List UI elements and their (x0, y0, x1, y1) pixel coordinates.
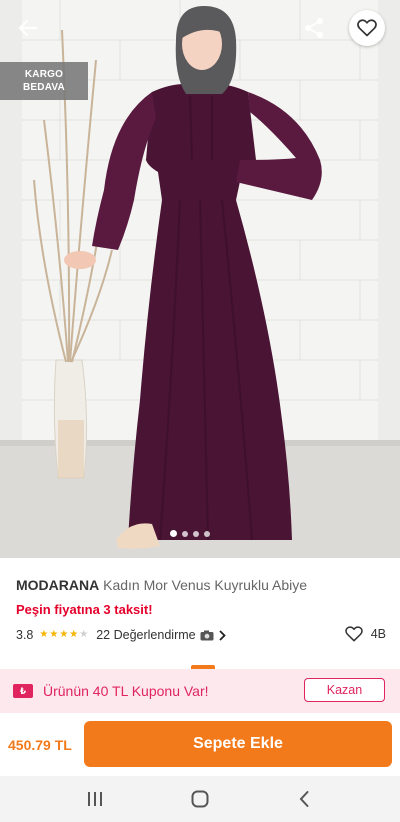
camera-icon (200, 630, 214, 640)
claim-coupon-button[interactable]: Kazan (304, 678, 385, 702)
coupon-text: Ürünün 40 TL Kuponu Var! (43, 683, 209, 699)
reviews-text: 22 Değerlendirme (96, 628, 196, 642)
installment-text: Peşin fiyatına 3 taksit! (16, 602, 153, 617)
rating-value: 3.8 (16, 628, 34, 642)
system-back-button[interactable] (284, 784, 324, 814)
share-button[interactable] (298, 12, 330, 44)
recent-apps-button[interactable] (75, 784, 115, 814)
back-button[interactable] (10, 12, 46, 44)
carousel-dot[interactable] (193, 530, 199, 537)
favorite-count[interactable]: 4B (344, 626, 386, 642)
heart-icon (344, 626, 363, 642)
home-icon (191, 790, 209, 808)
star-icon: ★ (69, 629, 79, 640)
add-to-cart-button[interactable]: Sepete Ekle (84, 721, 392, 767)
badge-line-1: KARGO (24, 69, 64, 80)
brand-name[interactable]: MODARANA (16, 577, 99, 593)
favorite-count-value: 4B (370, 627, 386, 641)
chevron-right-icon (218, 629, 226, 641)
star-icon: ★ (49, 629, 59, 640)
carousel-indicator (170, 530, 210, 537)
free-shipping-badge: KARGO BEDAVA (0, 62, 88, 100)
rating-stars: ★ ★ ★ ★ ★ (39, 630, 88, 640)
reviews-link[interactable]: 22 Değerlendirme (96, 628, 226, 642)
back-icon (299, 791, 309, 807)
back-arrow-icon (18, 19, 38, 37)
star-icon: ★ (39, 629, 49, 640)
star-empty-icon: ★ (79, 629, 89, 640)
badge-line-2: BEDAVA (23, 82, 65, 93)
carousel-dot[interactable] (182, 530, 188, 537)
share-icon (305, 18, 323, 38)
product-price: 450.79 TL (8, 737, 72, 753)
carousel-dot[interactable] (204, 530, 210, 537)
product-name: Kadın Mor Venus Kuyruklu Abiye (103, 577, 308, 593)
heart-icon (357, 19, 377, 37)
home-button[interactable] (180, 784, 220, 814)
coupon-banner[interactable]: ₺ Ürünün 40 TL Kuponu Var! Kazan (0, 669, 400, 713)
star-icon: ★ (59, 629, 69, 640)
carousel-dot[interactable] (170, 530, 177, 537)
product-title: MODARANA Kadın Mor Venus Kuyruklu Abiye (16, 576, 386, 594)
recent-apps-icon (88, 792, 102, 806)
coupon-icon: ₺ (13, 684, 33, 698)
favorite-button[interactable] (349, 10, 385, 46)
product-image[interactable]: KARGO BEDAVA (0, 0, 400, 558)
system-navigation-bar (0, 776, 400, 822)
rating-row: 3.8 ★ ★ ★ ★ ★ 22 Değerlendirme 4B (16, 626, 386, 644)
